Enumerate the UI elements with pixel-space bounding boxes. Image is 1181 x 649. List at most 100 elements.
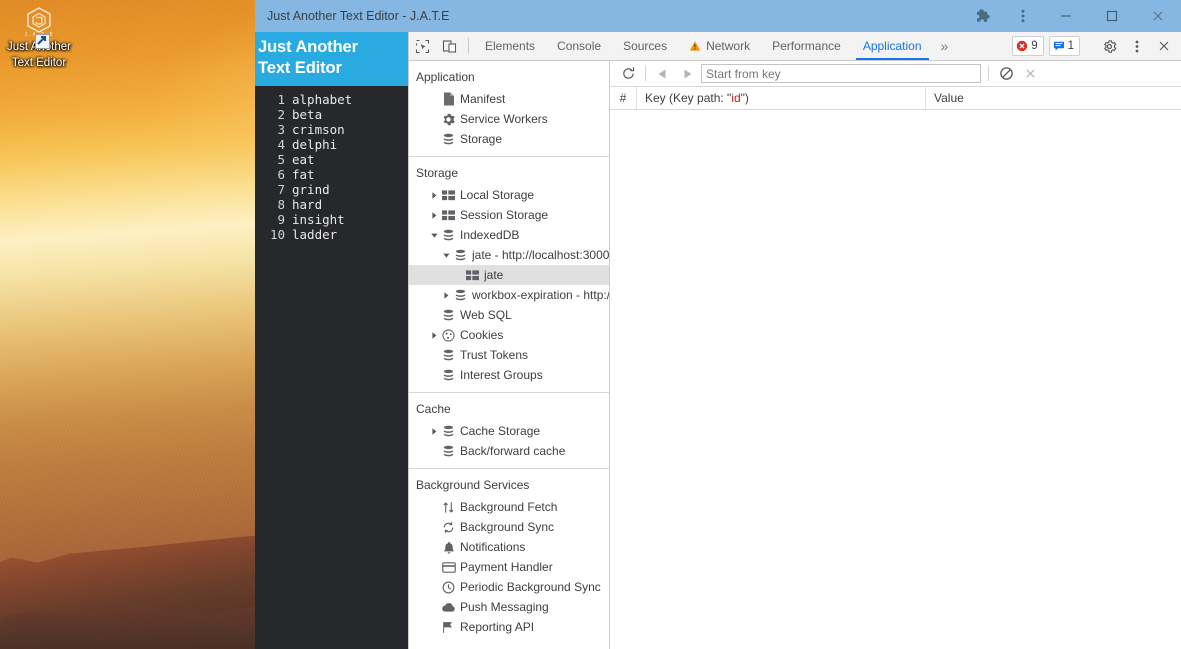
tab-network[interactable]: Network — [678, 32, 761, 60]
desktop-shortcut-label-line2: Text Editor — [11, 57, 67, 69]
shortcut-overlay-icon — [35, 34, 50, 49]
editor-line[interactable]: 6 fat — [255, 167, 408, 182]
message-count-badge[interactable]: 1 — [1048, 36, 1080, 56]
editor-line[interactable]: 5 eat — [255, 152, 408, 167]
table-grid-icon — [464, 269, 481, 281]
clear-object-store-icon[interactable] — [994, 62, 1018, 86]
tree-item-label: Web SQL — [460, 308, 512, 322]
tree-item-reporting-api[interactable]: Reporting API — [409, 617, 609, 637]
editor-line[interactable]: 10 ladder — [255, 227, 408, 242]
tree-item-notifications[interactable]: Notifications — [409, 537, 609, 557]
column-header-value[interactable]: Value — [926, 87, 1181, 109]
refresh-icon[interactable] — [616, 62, 640, 86]
sync-refresh-icon — [440, 521, 457, 534]
gear-icon — [440, 113, 457, 126]
next-page-icon[interactable] — [675, 62, 699, 86]
tree-item-background-fetch[interactable]: Background Fetch — [409, 497, 609, 517]
editor-line[interactable]: 1 alphabet — [255, 92, 408, 107]
extensions-puzzle-icon[interactable] — [963, 0, 1003, 32]
editor-line-number: 5 — [277, 152, 285, 167]
error-count-value: 9 — [1031, 40, 1038, 52]
error-count-badge[interactable]: 9 — [1012, 36, 1044, 56]
tree-item-interest-groups[interactable]: Interest Groups — [409, 365, 609, 385]
tree-item-storage[interactable]: Storage — [409, 129, 609, 149]
inspect-element-icon[interactable] — [409, 32, 436, 60]
wallpaper-foreground-shape — [0, 600, 290, 649]
indexeddb-table-rows[interactable] — [610, 110, 1181, 649]
editor-line[interactable]: 8 hard — [255, 197, 408, 212]
tree-item-push-messaging[interactable]: Push Messaging — [409, 597, 609, 617]
tree-item-cache-storage[interactable]: Cache Storage — [409, 421, 609, 441]
chevron-down-icon[interactable] — [428, 231, 440, 240]
close-icon[interactable] — [1135, 0, 1181, 32]
tree-item-payment-handler[interactable]: Payment Handler — [409, 557, 609, 577]
tree-item-jate-http-localhost-3000[interactable]: jate - http://localhost:3000 — [409, 245, 609, 265]
desktop-shortcut-jate[interactable]: J.A.T.E Just Another Text Editor — [3, 2, 75, 70]
tab-application[interactable]: Application — [852, 32, 933, 60]
editor-line-number: 8 — [277, 197, 285, 212]
code-editor[interactable]: 1 alphabet 2 beta 3 crimson 4 delphi 5 eat 6 fat 7 gr… — [255, 86, 408, 649]
tree-item-jate[interactable]: jate — [409, 265, 609, 285]
editor-line[interactable]: 4 delphi — [255, 137, 408, 152]
tree-item-workbox-expiration-http[interactable]: workbox-expiration - http:/ — [409, 285, 609, 305]
tree-item-label: jate — [484, 268, 504, 282]
tree-item-cookies[interactable]: Cookies — [409, 325, 609, 345]
tree-item-label: Notifications — [460, 540, 526, 554]
device-toolbar-icon[interactable] — [436, 32, 463, 60]
editor-line[interactable]: 9 insight — [255, 212, 408, 227]
message-count-value: 1 — [1067, 40, 1074, 52]
tab-label: Console — [557, 39, 602, 53]
key-header-path: id — [731, 91, 741, 105]
warning-triangle-icon — [689, 40, 701, 52]
tab-console[interactable]: Console — [546, 32, 612, 60]
chevron-right-icon[interactable] — [428, 427, 440, 436]
devtools-body: Application Manifest Service Workers Storag… — [409, 61, 1181, 649]
tree-item-back-forward-cache[interactable]: Back/forward cache — [409, 441, 609, 461]
tree-item-web-sql[interactable]: Web SQL — [409, 305, 609, 325]
tab-performance[interactable]: Performance — [761, 32, 852, 60]
maximize-icon[interactable] — [1089, 0, 1135, 32]
tree-item-manifest[interactable]: Manifest — [409, 89, 609, 109]
chevron-right-icon[interactable] — [428, 331, 440, 340]
tree-item-label: Back/forward cache — [460, 444, 566, 458]
editor-line[interactable]: 7 grind — [255, 182, 408, 197]
tree-group-title: Application — [416, 70, 475, 84]
delete-selected-icon[interactable] — [1018, 62, 1042, 86]
tree-item-label: jate - http://localhost:3000 — [472, 248, 609, 262]
chevron-right-icon[interactable] — [428, 211, 440, 220]
tree-item-background-sync[interactable]: Background Sync — [409, 517, 609, 537]
minimize-icon[interactable] — [1043, 0, 1089, 32]
window-controls — [963, 0, 1181, 32]
window-titlebar[interactable]: Just Another Text Editor - J.A.T.E — [255, 0, 1181, 32]
editor-line[interactable]: 2 beta — [255, 107, 408, 122]
chevron-right-icon[interactable] — [440, 291, 452, 300]
tree-item-periodic-background-sync[interactable]: Periodic Background Sync — [409, 577, 609, 597]
tab-elements[interactable]: Elements — [474, 32, 546, 60]
chevron-down-icon[interactable] — [440, 251, 452, 260]
app-header-line2: Text Editor — [258, 59, 342, 77]
more-options-icon[interactable] — [1123, 39, 1150, 54]
tree-item-local-storage[interactable]: Local Storage — [409, 185, 609, 205]
gear-icon[interactable] — [1096, 39, 1123, 54]
tree-item-label: Session Storage — [460, 208, 549, 222]
devtools-panel: Elements Console Sources Network Performance… — [408, 32, 1181, 649]
column-header-key[interactable]: Key (Key path: " id ") — [637, 87, 926, 109]
tree-item-label: Local Storage — [460, 188, 535, 202]
tree-item-service-workers[interactable]: Service Workers — [409, 109, 609, 129]
tree-item-trust-tokens[interactable]: Trust Tokens — [409, 345, 609, 365]
close-devtools-icon[interactable] — [1150, 39, 1177, 53]
devtools-tabbar: Elements Console Sources Network Performance… — [409, 32, 1181, 61]
app-header-line1: Just Another — [258, 38, 358, 56]
tree-item-indexeddb[interactable]: IndexedDB — [409, 225, 609, 245]
browser-menu-icon[interactable] — [1003, 0, 1043, 32]
column-header-index[interactable]: # — [610, 87, 637, 109]
manifest-file-icon — [440, 92, 457, 106]
editor-line[interactable]: 3 crimson — [255, 122, 408, 137]
previous-page-icon[interactable] — [651, 62, 675, 86]
chevron-right-icon[interactable] — [428, 191, 440, 200]
tab-sources[interactable]: Sources — [612, 32, 678, 60]
start-from-key-input[interactable] — [701, 64, 981, 83]
flag-icon — [440, 621, 457, 634]
tree-item-session-storage[interactable]: Session Storage — [409, 205, 609, 225]
more-tabs-icon[interactable]: » — [933, 32, 957, 60]
